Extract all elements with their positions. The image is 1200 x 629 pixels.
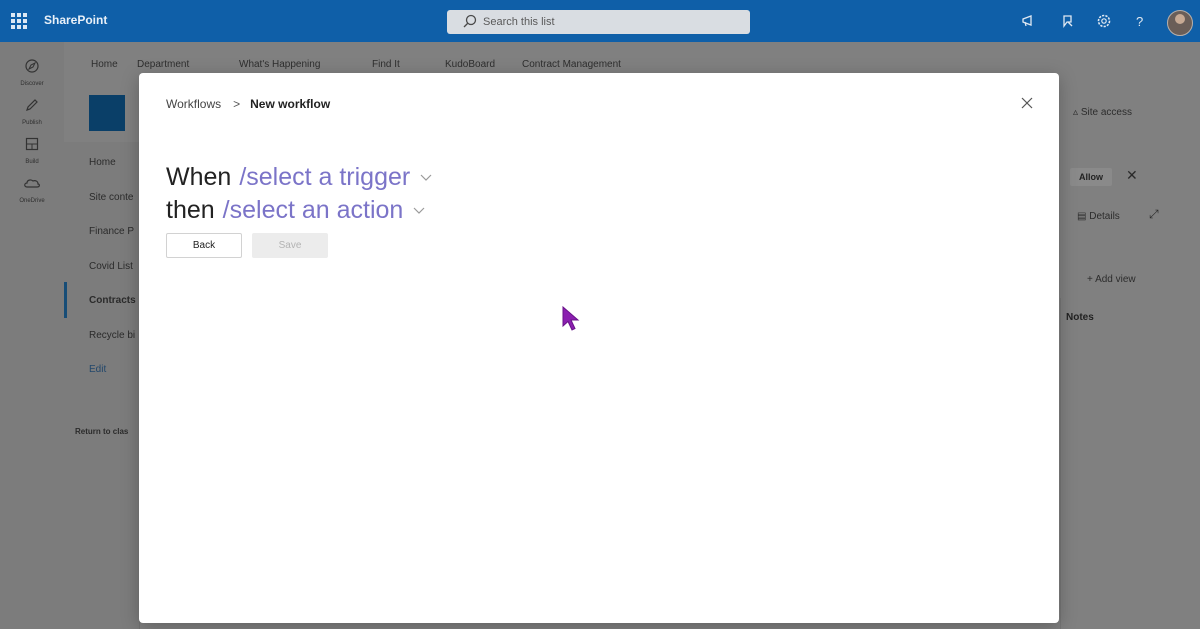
avatar[interactable] [1167,10,1193,36]
left-nav-contracts[interactable]: Contracts [89,295,136,306]
notes-column-header[interactable]: Notes [1066,312,1094,323]
left-nav-edit[interactable]: Edit [89,364,106,375]
svg-text:?: ? [1136,14,1143,29]
site-nav-contract-management[interactable]: Contract Management [522,59,621,70]
new-workflow-dialog: Workflows > New workflow When/select a tri… [139,73,1059,623]
megaphone-icon[interactable] [1019,11,1039,31]
list-column-divider [1060,298,1161,629]
app-bar: Discover Publish Build OneDrive [0,42,64,629]
site-access-label: Site access [1080,107,1132,118]
site-left-nav: Home Site conte Finance P Covid List Con… [64,142,140,629]
gear-icon[interactable] [1094,11,1114,31]
left-nav-home[interactable]: Home [89,157,116,168]
select-trigger-link[interactable]: /select a trigger [239,163,410,191]
suite-header: SharePoint Search this list ? [0,0,1200,42]
rail-label: Build [25,159,39,165]
back-button[interactable]: Back [166,233,242,258]
left-nav-site-contents[interactable]: Site conte [89,192,133,203]
left-nav-recycle-bin[interactable]: Recycle bi [89,330,135,341]
when-text: When [166,163,232,191]
left-nav-active-indicator [64,282,67,318]
left-nav-finance[interactable]: Finance P [89,226,134,237]
return-to-classic[interactable]: Return to clas [75,427,128,436]
cloud-icon [24,179,40,188]
breadcrumb-new-workflow: New workflow [250,97,331,111]
chevron-down-icon[interactable] [420,174,432,182]
site-logo[interactable] [89,95,125,131]
site-nav-whats-happening[interactable]: What's Happening [239,59,320,70]
add-view-label: Add view [1095,274,1136,285]
select-action-link[interactable]: /select an action [223,196,404,224]
chevron-down-icon[interactable] [413,207,425,215]
expand-icon[interactable]: ⤢ [1149,207,1159,222]
site-nav-find-it[interactable]: Find It [372,59,400,70]
app-name[interactable]: SharePoint [44,13,107,27]
rail-label: OneDrive [19,198,45,204]
trigger-line: When/select a trigger [166,163,432,192]
search-placeholder: Search this list [483,16,555,28]
close-icon[interactable]: ✕ [1126,167,1138,184]
site-nav-home[interactable]: Home [91,59,118,70]
chevron-right-icon: > [233,97,241,111]
pen-icon [26,99,38,111]
search-box[interactable]: Search this list [447,10,750,34]
rail-onedrive[interactable]: OneDrive [0,175,64,204]
mouse-cursor-icon [562,306,580,331]
rail-discover[interactable]: Discover [0,58,64,87]
breadcrumb-workflows[interactable]: Workflows [166,97,221,111]
rail-label: Discover [20,81,44,87]
app-launcher-icon[interactable] [11,13,27,29]
close-icon[interactable] [1020,96,1034,110]
allow-button[interactable]: Allow [1070,168,1112,186]
save-button[interactable]: Save [252,233,328,258]
help-icon[interactable]: ? [1130,11,1150,31]
then-text: then [166,196,215,224]
details-button[interactable]: ▤ Details [1077,211,1120,222]
add-view-button[interactable]: + Add view [1087,274,1136,285]
rail-label: Publish [22,120,42,126]
rail-publish[interactable]: Publish [0,97,64,126]
details-label: Details [1089,211,1120,222]
site-nav-department[interactable]: Department [137,59,189,70]
grid-icon [25,137,39,151]
site-access-button[interactable]: ▵ Site access [1073,107,1132,118]
site-nav-kudoboard[interactable]: KudoBoard [445,59,495,70]
action-line: then/select an action [166,196,425,225]
search-icon [463,14,477,28]
feedback-icon[interactable] [1058,11,1078,31]
breadcrumb: Workflows > New workflow [166,97,330,111]
compass-icon [25,59,39,73]
rail-build[interactable]: Build [0,136,64,165]
left-nav-covid-list[interactable]: Covid List [89,261,133,272]
